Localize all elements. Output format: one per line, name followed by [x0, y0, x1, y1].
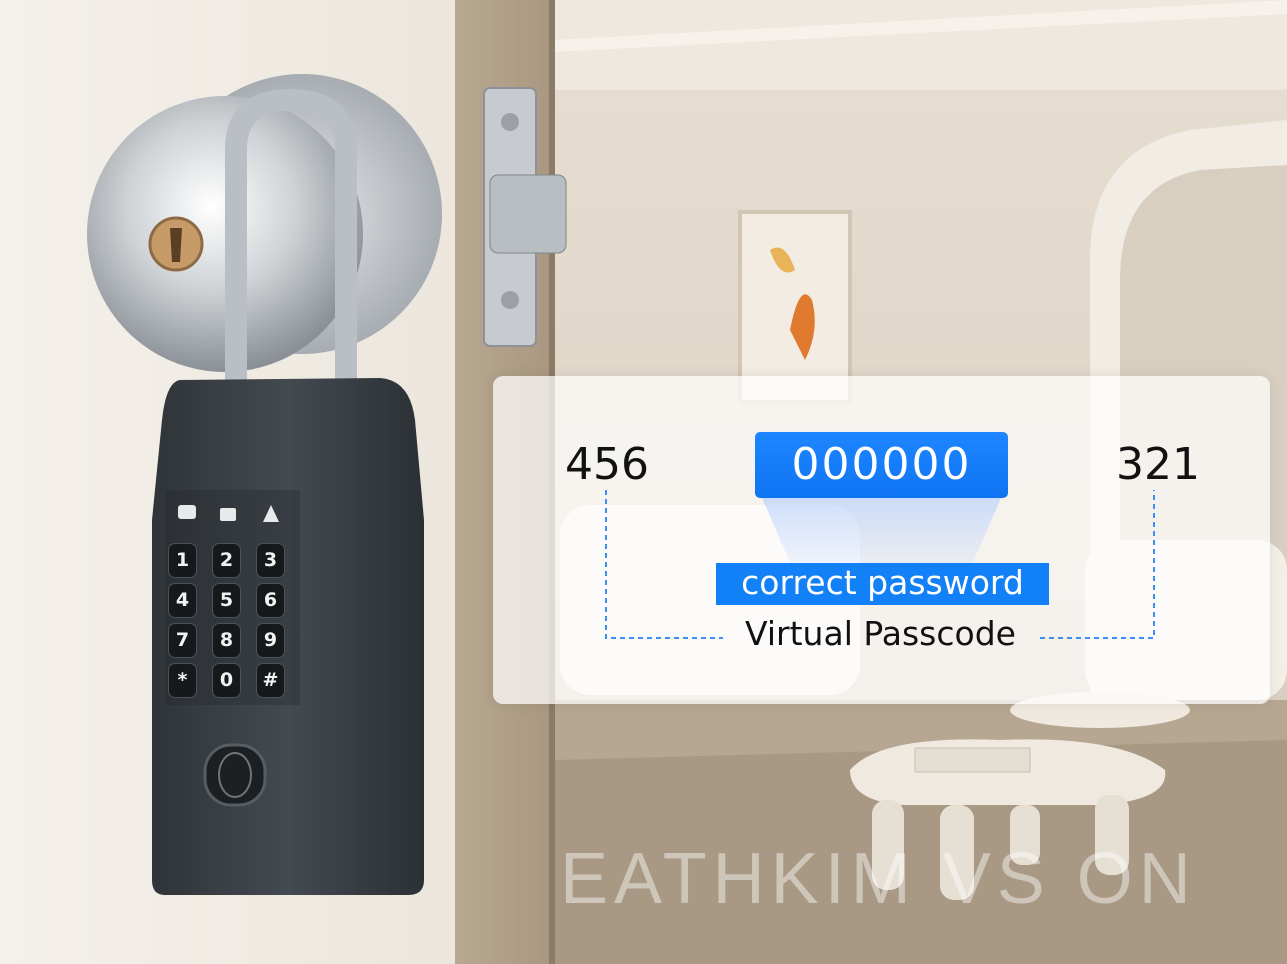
suffix-digits: 321 [1116, 439, 1200, 490]
right-connector-line [1040, 490, 1155, 639]
passcode-display: 000000 [755, 432, 1008, 498]
watermark: EATHKIM VS ON [560, 839, 1197, 919]
left-connector-line [605, 490, 723, 639]
projection-beam [762, 498, 1001, 564]
virtual-passcode-caption: Virtual Passcode [745, 614, 1016, 653]
prefix-digits: 456 [565, 439, 649, 490]
correct-password-label: correct password [716, 563, 1049, 605]
